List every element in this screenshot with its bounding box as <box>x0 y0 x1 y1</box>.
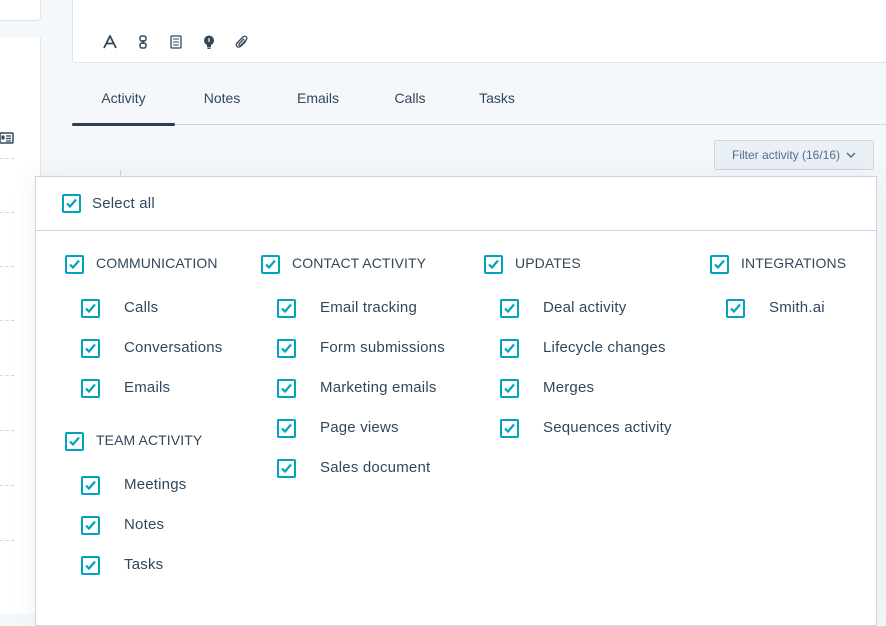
tab-notes[interactable]: Notes <box>190 86 254 124</box>
tab-label: Activity <box>101 90 146 106</box>
divider <box>0 375 14 376</box>
check-icon <box>85 520 96 531</box>
checkbox-notes[interactable] <box>81 516 100 535</box>
checkbox-calls[interactable] <box>81 299 100 318</box>
tab-emails[interactable]: Emails <box>285 86 351 124</box>
check-icon <box>504 303 515 314</box>
checkbox-conversations[interactable] <box>81 339 100 358</box>
checkbox-label: Meetings <box>124 476 187 493</box>
checkbox-marketing-emails[interactable] <box>277 379 296 398</box>
check-icon <box>265 259 276 270</box>
tab-label: Tasks <box>479 90 515 106</box>
link-icon[interactable] <box>134 33 152 51</box>
group-title-updates: UPDATES <box>515 255 581 271</box>
check-icon <box>281 463 292 474</box>
group-title-contact-activity: CONTACT ACTIVITY <box>292 255 427 271</box>
filter-activity-dropdown: Select all COMMUNICATION Calls Conversat… <box>35 176 877 626</box>
checkbox-label: Marketing emails <box>320 379 437 396</box>
checkbox-deal-activity[interactable] <box>500 299 519 318</box>
check-icon <box>281 383 292 394</box>
check-icon <box>281 423 292 434</box>
tab-label: Emails <box>296 90 339 106</box>
checkbox-label: Conversations <box>124 339 223 356</box>
divider <box>0 430 14 431</box>
tab-tasks[interactable]: Tasks <box>467 86 527 124</box>
checkbox-label: Tasks <box>124 556 164 573</box>
check-icon <box>488 259 499 270</box>
checkbox-label: Emails <box>124 379 171 396</box>
chevron-down-icon <box>846 152 856 158</box>
divider <box>0 266 14 267</box>
group-checkbox-contact-activity[interactable] <box>261 255 280 274</box>
group-checkbox-updates[interactable] <box>484 255 503 274</box>
checkbox-sales-document[interactable] <box>277 459 296 478</box>
check-icon <box>85 303 96 314</box>
checkbox-page-views[interactable] <box>277 419 296 438</box>
divider <box>0 540 14 541</box>
group-checkbox-communication[interactable] <box>65 255 84 274</box>
document-icon[interactable] <box>167 33 185 51</box>
check-icon <box>730 303 741 314</box>
select-all-checkbox[interactable] <box>62 194 81 213</box>
check-icon <box>85 560 96 571</box>
checkbox-label: Email tracking <box>320 299 417 316</box>
checkbox-label: Calls <box>124 299 159 316</box>
checkbox-smith-ai[interactable] <box>726 299 745 318</box>
tab-label: Notes <box>203 90 241 106</box>
check-icon <box>504 343 515 354</box>
checkbox-email-tracking[interactable] <box>277 299 296 318</box>
check-icon <box>714 259 725 270</box>
check-icon <box>504 423 515 434</box>
left-card-top <box>0 0 41 21</box>
group-checkbox-integrations[interactable] <box>710 255 729 274</box>
checkbox-meetings[interactable] <box>81 476 100 495</box>
paperclip-icon[interactable] <box>233 33 251 51</box>
checkbox-label: Form submissions <box>320 339 445 356</box>
check-icon <box>85 480 96 491</box>
checkbox-merges[interactable] <box>500 379 519 398</box>
checkbox-label: Sequences activity <box>543 419 672 436</box>
select-all-row: Select all <box>36 177 876 231</box>
group-title-team-activity: TEAM ACTIVITY <box>96 432 203 448</box>
tab-calls[interactable]: Calls <box>382 86 438 124</box>
check-icon <box>281 343 292 354</box>
tab-label: Calls <box>394 90 426 106</box>
filter-activity-label: Filter activity (16/16) <box>731 148 841 162</box>
checkbox-sequences-activity[interactable] <box>500 419 519 438</box>
checkbox-tasks[interactable] <box>81 556 100 575</box>
group-checkbox-team-activity[interactable] <box>65 432 84 451</box>
lightbulb-icon[interactable] <box>200 33 218 51</box>
group-title-integrations: INTEGRATIONS <box>741 255 847 271</box>
checkbox-label: Deal activity <box>543 299 627 316</box>
check-icon <box>281 303 292 314</box>
checkbox-form-submissions[interactable] <box>277 339 296 358</box>
group-title-communication: COMMUNICATION <box>96 255 218 271</box>
checkbox-label: Page views <box>320 419 399 436</box>
divider <box>0 485 14 486</box>
checkbox-label: Lifecycle changes <box>543 339 666 356</box>
tab-activity[interactable]: Activity <box>72 86 175 126</box>
check-icon <box>69 436 80 447</box>
select-all-label: Select all <box>92 195 155 212</box>
checkbox-label: Merges <box>543 379 595 396</box>
checkbox-lifecycle-changes[interactable] <box>500 339 519 358</box>
divider <box>0 320 14 321</box>
activity-tabs: Activity Notes Emails Calls Tasks <box>72 86 886 126</box>
filter-activity-button[interactable]: Filter activity (16/16) <box>714 140 874 170</box>
check-icon <box>66 198 77 209</box>
check-icon <box>85 343 96 354</box>
contact-card-icon <box>0 132 14 144</box>
checkbox-label: Sales document <box>320 459 431 476</box>
divider <box>0 212 14 213</box>
checkbox-emails[interactable] <box>81 379 100 398</box>
checkbox-label: Smith.ai <box>769 299 825 316</box>
check-icon <box>504 383 515 394</box>
composer-toolbar <box>101 33 251 51</box>
check-icon <box>69 259 80 270</box>
check-icon <box>85 383 96 394</box>
text-format-icon[interactable] <box>101 33 119 51</box>
divider <box>0 158 14 159</box>
checkbox-label: Notes <box>124 516 165 533</box>
note-composer <box>72 0 886 63</box>
